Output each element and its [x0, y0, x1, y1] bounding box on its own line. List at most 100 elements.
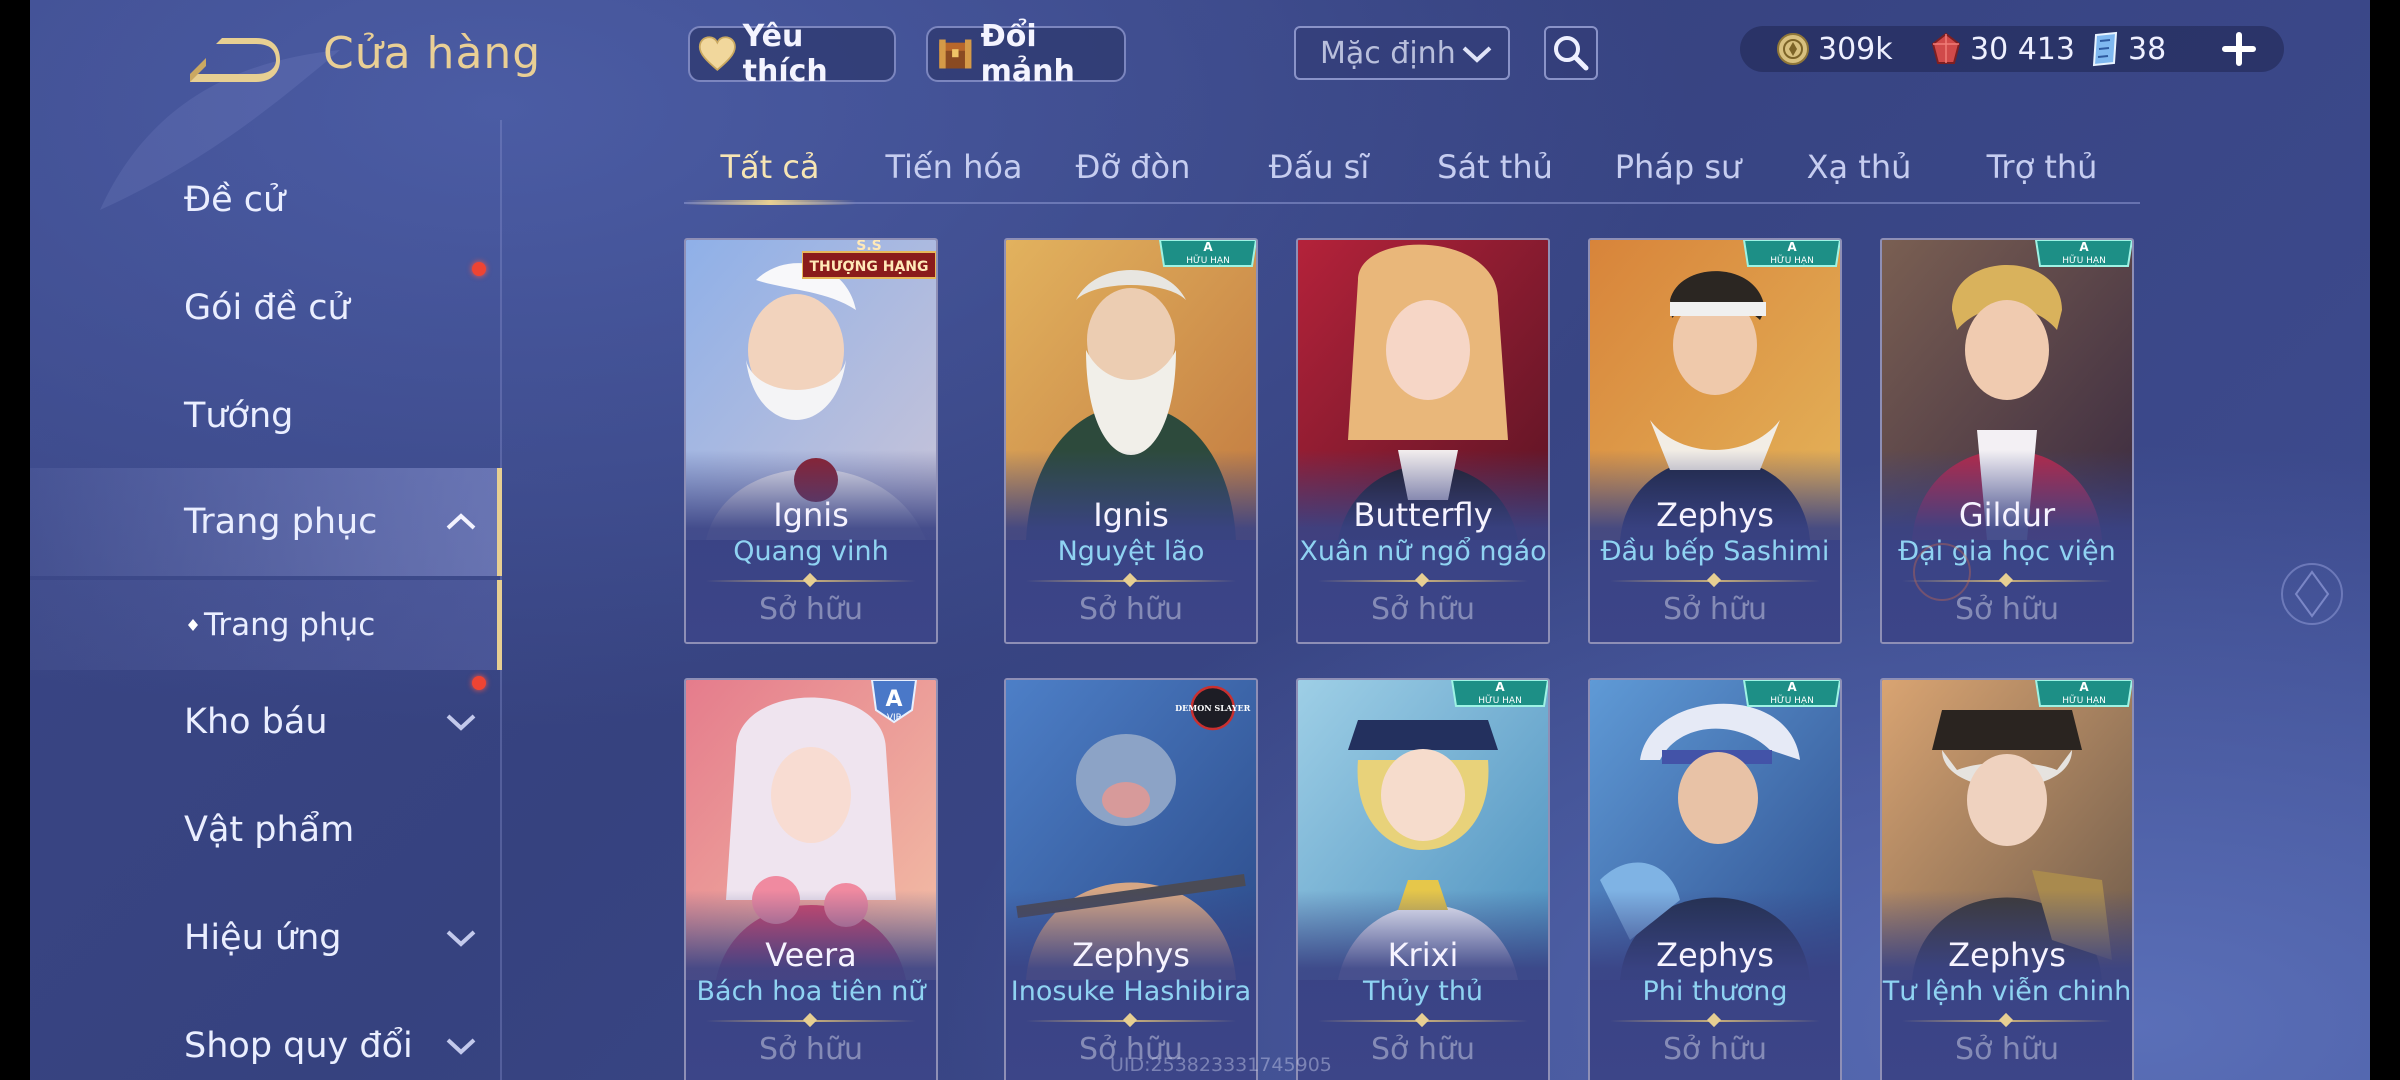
owned-status: Sở hữu	[1663, 1032, 1767, 1067]
skin-card[interactable]: A HỮU HẠN Zephys Đầu bếp Sashimi Sở hữu	[1588, 238, 1842, 644]
sidebar-item-label: Vật phẩm	[184, 810, 355, 850]
ticket-currency: 38	[2090, 26, 2166, 72]
owned-status: Sở hữu	[1371, 592, 1475, 627]
heart-icon	[698, 36, 736, 71]
sidebar-subitem-label: Trang phục	[204, 607, 376, 643]
limited-badge: A HỮU HẠN	[1742, 240, 1840, 267]
tab-mage[interactable]: Pháp sư	[1588, 136, 1768, 202]
skin-name: Tư lệnh viễn chinh	[1882, 976, 2132, 1007]
skin-card[interactable]: Butterfly Xuân nữ ngổ ngáo Sở hữu	[1296, 238, 1550, 644]
tab-tank[interactable]: Đỡ đòn	[1048, 136, 1218, 202]
sidebar-item-heroes[interactable]: Tướng	[30, 368, 502, 464]
gold-coin-icon	[1777, 33, 1809, 65]
limited-badge-tier: A	[1787, 680, 1797, 694]
hero-name: Butterfly	[1353, 496, 1493, 534]
sidebar-item-label: Hiệu ứng	[184, 918, 342, 958]
limited-badge: A HỮU HẠN	[1450, 680, 1548, 707]
ticket-amount: 38	[2128, 31, 2167, 67]
tab-evolution[interactable]: Tiến hóa	[864, 136, 1044, 202]
limited-badge-tier: A	[1787, 240, 1797, 254]
tab-fighter[interactable]: Đấu sĩ	[1234, 136, 1404, 202]
vip-badge-text: VIP	[887, 713, 902, 723]
skin-card[interactable]: A HỮU HẠN Zephys Tư lệnh viễn chinh Sở h…	[1880, 678, 2134, 1080]
premium-rank-badge-text: THƯỢNG HẠNG	[809, 259, 928, 275]
skin-card[interactable]: A HỮU HẠN Ignis Nguyệt lão Sở hữu	[1004, 238, 1258, 644]
limited-badge-tier: A	[1495, 680, 1505, 694]
skin-card[interactable]: THƯỢNG HẠNG S.S Ignis Quang vinh Sở hữu	[684, 238, 938, 644]
exchange-fragments-button[interactable]: Đổi mảnh	[926, 19, 1126, 89]
voucher-amount: 30 413	[1970, 31, 2075, 67]
exchange-label: Đổi mảnh	[980, 19, 1075, 89]
diamond-emblem-icon	[2281, 563, 2343, 625]
red-gem-icon	[1931, 32, 1961, 64]
skin-card[interactable]: A HỮU HẠN Krixi Thủy thủ Sở hữu	[1296, 678, 1550, 1080]
chevron-down-icon	[446, 930, 476, 947]
limited-badge-tier: A	[1203, 240, 1213, 254]
vip-badge-tier: A	[885, 687, 902, 712]
sort-value: Mặc định	[1320, 35, 1456, 71]
limited-badge-text: HỮU HẠN	[2062, 694, 2106, 706]
skin-name: Xuân nữ ngổ ngáo	[1299, 536, 1547, 567]
owned-status: Sở hữu	[759, 1032, 863, 1067]
back-arrow-icon[interactable]	[186, 36, 280, 84]
skin-card[interactable]: A VIP Veera Bách hoa tiên nữ Sở hữu	[684, 678, 938, 1080]
gold-amount: 309k	[1818, 31, 1893, 67]
shop-screen: Cửa hàng Yêu thích Đổi mảnh Mặc định 309…	[30, 0, 2370, 1080]
hero-name: Zephys	[1948, 936, 2066, 974]
diamond-bullet-icon	[188, 619, 198, 631]
premium-rank-badge: THƯỢNG HẠNG S.S	[802, 240, 936, 279]
gold-currency: 309k	[1776, 26, 1893, 72]
hero-name: Zephys	[1656, 936, 1774, 974]
skin-card[interactable]: DEMON SLAYER Zephys Inosuke Hashibira Sở…	[1004, 678, 1258, 1080]
sidebar-item-exchange-shop[interactable]: Shop quy đổi	[30, 998, 502, 1080]
hero-name: Krixi	[1387, 936, 1459, 974]
plus-icon	[2222, 32, 2256, 66]
collab-badge: DEMON SLAYER	[1175, 685, 1251, 731]
skin-card[interactable]: A HỮU HẠN Zephys Phi thương Sở hữu	[1588, 678, 1842, 1080]
skin-name: Thủy thủ	[1362, 976, 1484, 1007]
page-title: Cửa hàng	[323, 28, 542, 79]
limited-badge-text: HỮU HẠN	[1770, 254, 1814, 266]
search-button[interactable]	[1544, 26, 1598, 80]
sidebar-item-treasure[interactable]: Kho báu	[30, 674, 502, 770]
limited-badge-tier: A	[2079, 240, 2089, 254]
hero-name: Ignis	[773, 496, 849, 534]
add-currency-button[interactable]	[2214, 26, 2264, 72]
tab-support[interactable]: Trợ thủ	[1954, 136, 2130, 202]
sidebar-item-skins[interactable]: Trang phục	[30, 468, 502, 576]
tab-all[interactable]: Tất cả	[684, 136, 856, 202]
sidebar-item-items[interactable]: Vật phẩm	[30, 782, 502, 878]
skin-name: Bách hoa tiên nữ	[696, 976, 926, 1007]
limited-badge: A HỮU HẠN	[2034, 680, 2132, 707]
sidebar-item-featured-bundles[interactable]: Gói đề cử	[30, 260, 502, 356]
hero-name: Veera	[765, 936, 857, 974]
limited-badge-tier: A	[2079, 680, 2089, 694]
limited-badge: A HỮU HẠN	[1158, 240, 1256, 267]
sidebar-item-label: Đề cử	[184, 180, 286, 220]
sort-dropdown[interactable]: Mặc định	[1294, 26, 1510, 80]
sidebar-item-label: Kho báu	[184, 702, 328, 742]
search-icon	[1554, 36, 1589, 71]
tab-assassin[interactable]: Sát thủ	[1410, 136, 1580, 202]
skin-name: Nguyệt lão	[1057, 536, 1205, 567]
tab-marksman[interactable]: Xạ thủ	[1774, 136, 1944, 202]
hero-name: Zephys	[1072, 936, 1190, 974]
uid-watermark: UID:253823331745905	[1110, 1054, 1332, 1076]
chevron-down-icon	[446, 714, 476, 731]
hero-name: Ignis	[1093, 496, 1169, 534]
favorite-label: Yêu thích	[742, 19, 828, 89]
sidebar-item-label: Tướng	[184, 396, 294, 436]
limited-badge-text: HỮU HẠN	[1770, 694, 1814, 706]
sidebar-item-featured[interactable]: Đề cử	[30, 152, 502, 248]
vip-badge: A VIP	[870, 680, 918, 724]
blue-ticket-icon	[2092, 31, 2118, 67]
sidebar-subitem-skins[interactable]: Trang phục	[30, 580, 502, 670]
sidebar-item-effects[interactable]: Hiệu ứng	[30, 890, 502, 986]
circle-decoration	[1913, 543, 1971, 601]
notification-dot	[472, 262, 486, 276]
limited-badge-text: HỮU HẠN	[1478, 694, 1522, 706]
skin-name: Phi thương	[1642, 976, 1788, 1007]
skin-name: Đầu bếp Sashimi	[1600, 536, 1830, 567]
favorite-button[interactable]: Yêu thích	[688, 19, 896, 89]
chevron-down-icon	[1462, 46, 1492, 63]
